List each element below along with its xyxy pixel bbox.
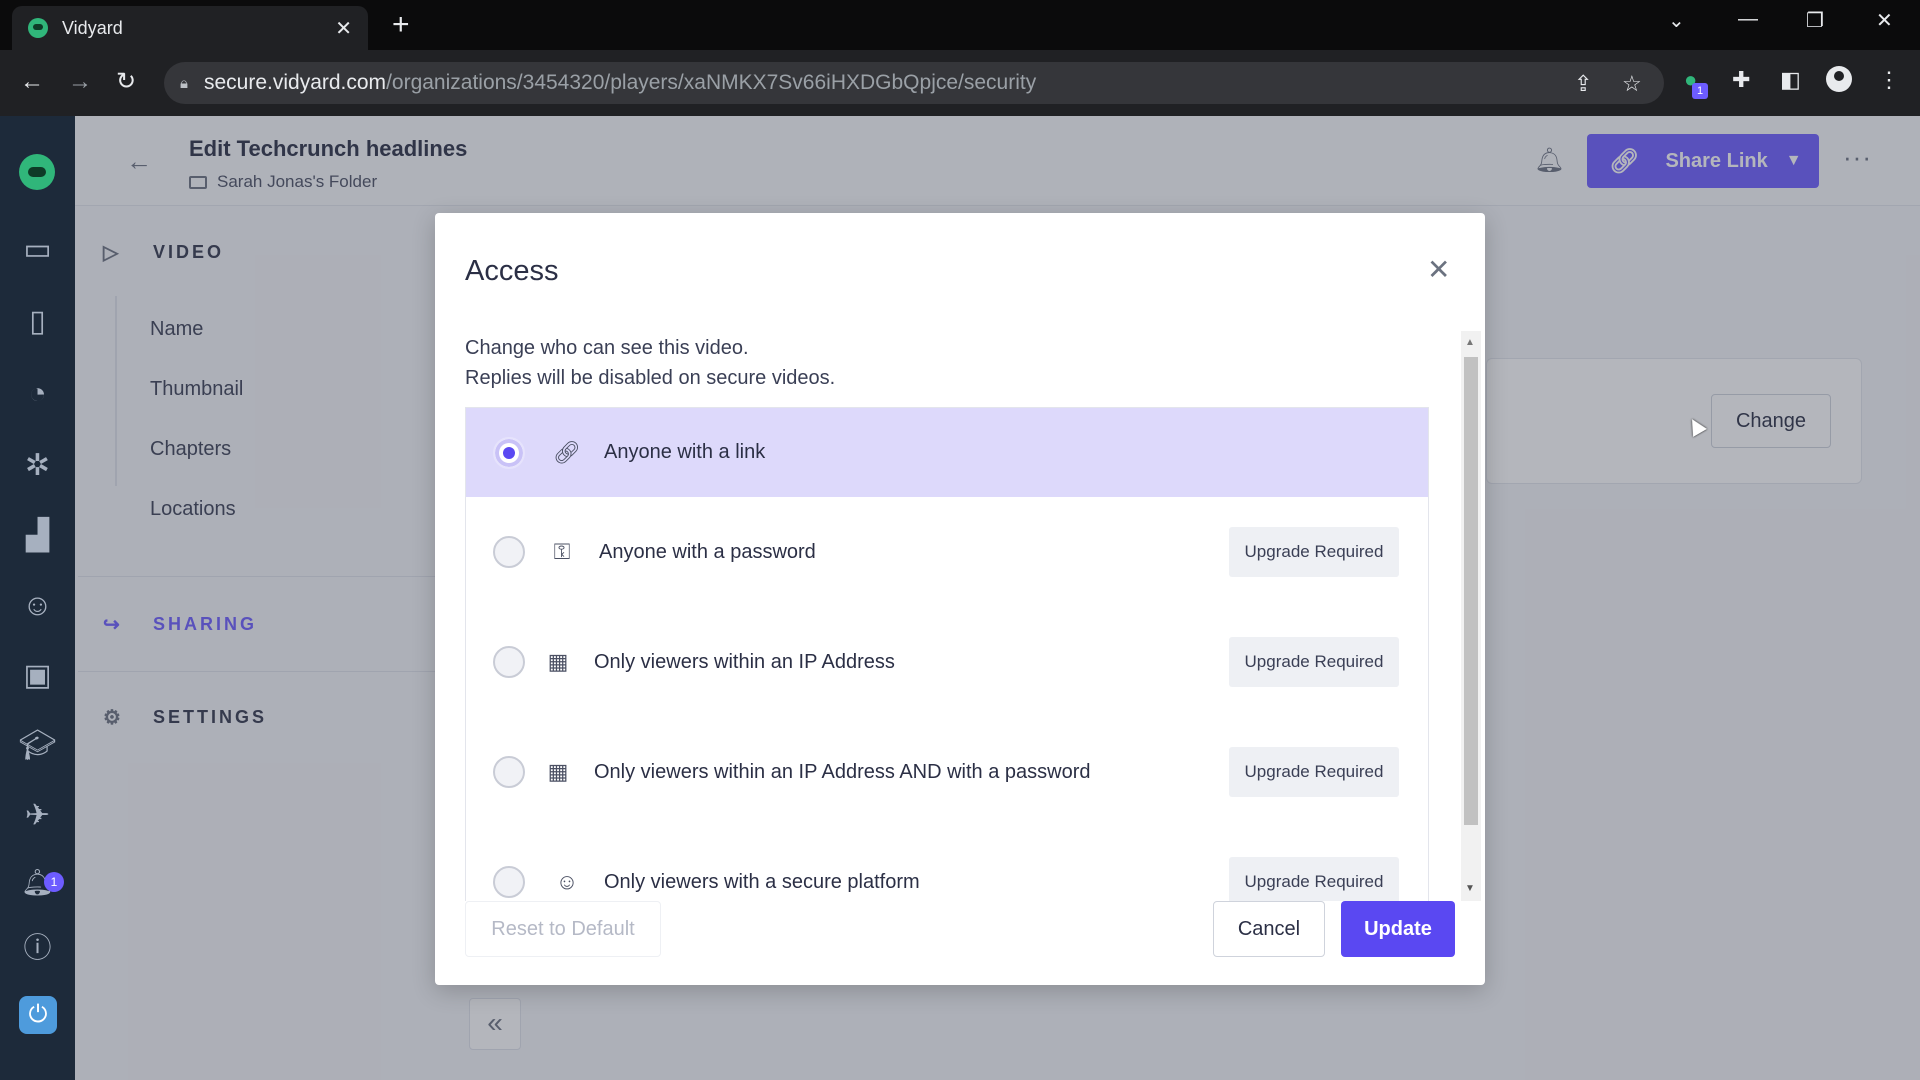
modal-description: Change who can see this video. Replies w… (465, 333, 835, 393)
hubs-icon[interactable]: ▣ (0, 656, 75, 696)
analytics-icon[interactable]: ▟ (0, 516, 75, 556)
upgrade-required-badge[interactable]: Upgrade Required (1229, 857, 1399, 901)
restore-icon[interactable]: ❐ (1806, 8, 1824, 33)
minimize-icon[interactable]: — (1738, 8, 1758, 31)
library-icon[interactable]: ▯ (0, 302, 75, 342)
access-modal: Access ✕ Change who can see this video. … (435, 213, 1485, 985)
option-ip-address-and-password[interactable]: ▦ Only viewers within an IP Address AND … (466, 717, 1428, 827)
description-line-1: Change who can see this video. (465, 337, 749, 359)
upgrade-required-badge[interactable]: Upgrade Required (1229, 527, 1399, 577)
option-anyone-with-link[interactable]: 🔗︎ Anyone with a link (466, 408, 1428, 497)
browser-tab[interactable]: Vidyard ✕ (12, 6, 368, 50)
tab-title: Vidyard (62, 17, 123, 38)
scrollbar-thumb[interactable] (1464, 357, 1478, 825)
contacts-icon[interactable]: ☺ (0, 586, 75, 626)
upgrade-required-badge[interactable]: Upgrade Required (1229, 747, 1399, 797)
academy-icon[interactable]: 🎓︎ (0, 726, 75, 766)
access-options-list: 🔗︎ Anyone with a link ⚿ Anyone with a pa… (465, 407, 1429, 901)
share-page-icon[interactable]: ⇪ (1574, 71, 1592, 97)
option-label: Only viewers within an IP Address (594, 650, 895, 673)
integrations-icon[interactable]: ✲ (0, 446, 75, 486)
url-path: /organizations/3454320/players/xaNMKX7Sv… (386, 71, 1037, 94)
app-sidebar: ▭ ▯ ◔ ✲ ▟ ☺ ▣ 🎓︎ ✈ 🔔︎ 1 ⓘ ⏻ (0, 116, 75, 1080)
option-label: Only viewers within an IP Address AND wi… (594, 760, 1091, 783)
browser-tab-bar: Vidyard ✕ + ⌄ — ❐ ✕ (0, 0, 1920, 50)
upgrade-required-badge[interactable]: Upgrade Required (1229, 637, 1399, 687)
back-icon[interactable]: ← (20, 67, 44, 97)
address-bar[interactable]: 🔒︎ secure.vidyard.com/organizations/3454… (164, 62, 1664, 104)
update-button[interactable]: Update (1341, 901, 1455, 957)
notifications-badge: 1 (44, 872, 64, 892)
window-close-icon[interactable]: ✕ (1876, 8, 1893, 33)
browser-menu-icon[interactable]: ⋮ (1878, 67, 1900, 93)
scroll-down-icon[interactable]: ▼ (1465, 883, 1475, 894)
lock-icon[interactable]: 🔒︎ (180, 75, 188, 92)
option-secure-platform[interactable]: ☺ Only viewers with a secure platform Up… (466, 827, 1428, 901)
rocket-icon[interactable]: ◔ (0, 374, 75, 414)
vidyard-favicon-icon (28, 18, 48, 38)
radio-button[interactable] (493, 536, 525, 568)
profile-avatar[interactable] (1826, 66, 1852, 92)
option-anyone-with-password[interactable]: ⚿ Anyone with a password Upgrade Require… (466, 497, 1428, 607)
option-ip-address[interactable]: ▦ Only viewers within an IP Address Upgr… (466, 607, 1428, 717)
vidyard-logo-icon[interactable] (19, 154, 55, 190)
cancel-button[interactable]: Cancel (1213, 901, 1325, 957)
forward-icon[interactable]: → (68, 67, 92, 97)
radio-button[interactable] (493, 646, 525, 678)
option-label: Anyone with a link (604, 441, 766, 463)
option-label: Only viewers with a secure platform (604, 870, 920, 893)
modal-title: Access (465, 255, 559, 287)
building-icon: ▦ (547, 759, 569, 784)
key-icon: ⚿ (553, 539, 571, 564)
side-panel-icon[interactable]: ◧ (1780, 67, 1801, 93)
extensions-puzzle-icon[interactable]: ✚ (1732, 67, 1750, 93)
user-lock-icon: ☺ (555, 869, 579, 894)
description-line-2: Replies will be disabled on secure video… (465, 367, 836, 389)
extension-badge: 1 (1692, 83, 1708, 99)
new-tab-button[interactable]: + (392, 10, 410, 40)
radio-button[interactable] (493, 756, 525, 788)
power-icon[interactable]: ⏻ (19, 996, 57, 1034)
building-icon: ▦ (547, 649, 569, 674)
radio-button[interactable] (493, 866, 525, 898)
help-icon[interactable]: ⓘ (0, 928, 75, 968)
option-label: Anyone with a password (599, 540, 816, 563)
explore-icon[interactable]: ✈ (0, 796, 75, 836)
reset-to-default-button[interactable]: Reset to Default (465, 901, 661, 957)
scroll-up-icon[interactable]: ▲ (1465, 337, 1475, 348)
tab-search-icon[interactable]: ⌄ (1668, 8, 1685, 33)
bookmark-star-icon[interactable]: ☆ (1622, 71, 1642, 97)
tab-close-icon[interactable]: ✕ (335, 16, 352, 41)
url-host: secure.vidyard.com (203, 71, 387, 94)
close-icon[interactable]: ✕ (1427, 253, 1450, 286)
radio-button[interactable] (493, 436, 525, 469)
browser-toolbar: ← → ↻ 🔒︎ secure.vidyard.com/organization… (0, 50, 1920, 116)
reload-icon[interactable]: ↻ (116, 67, 136, 97)
link-icon: 🔗︎ (553, 439, 581, 465)
videos-icon[interactable]: ▭ (0, 230, 75, 270)
